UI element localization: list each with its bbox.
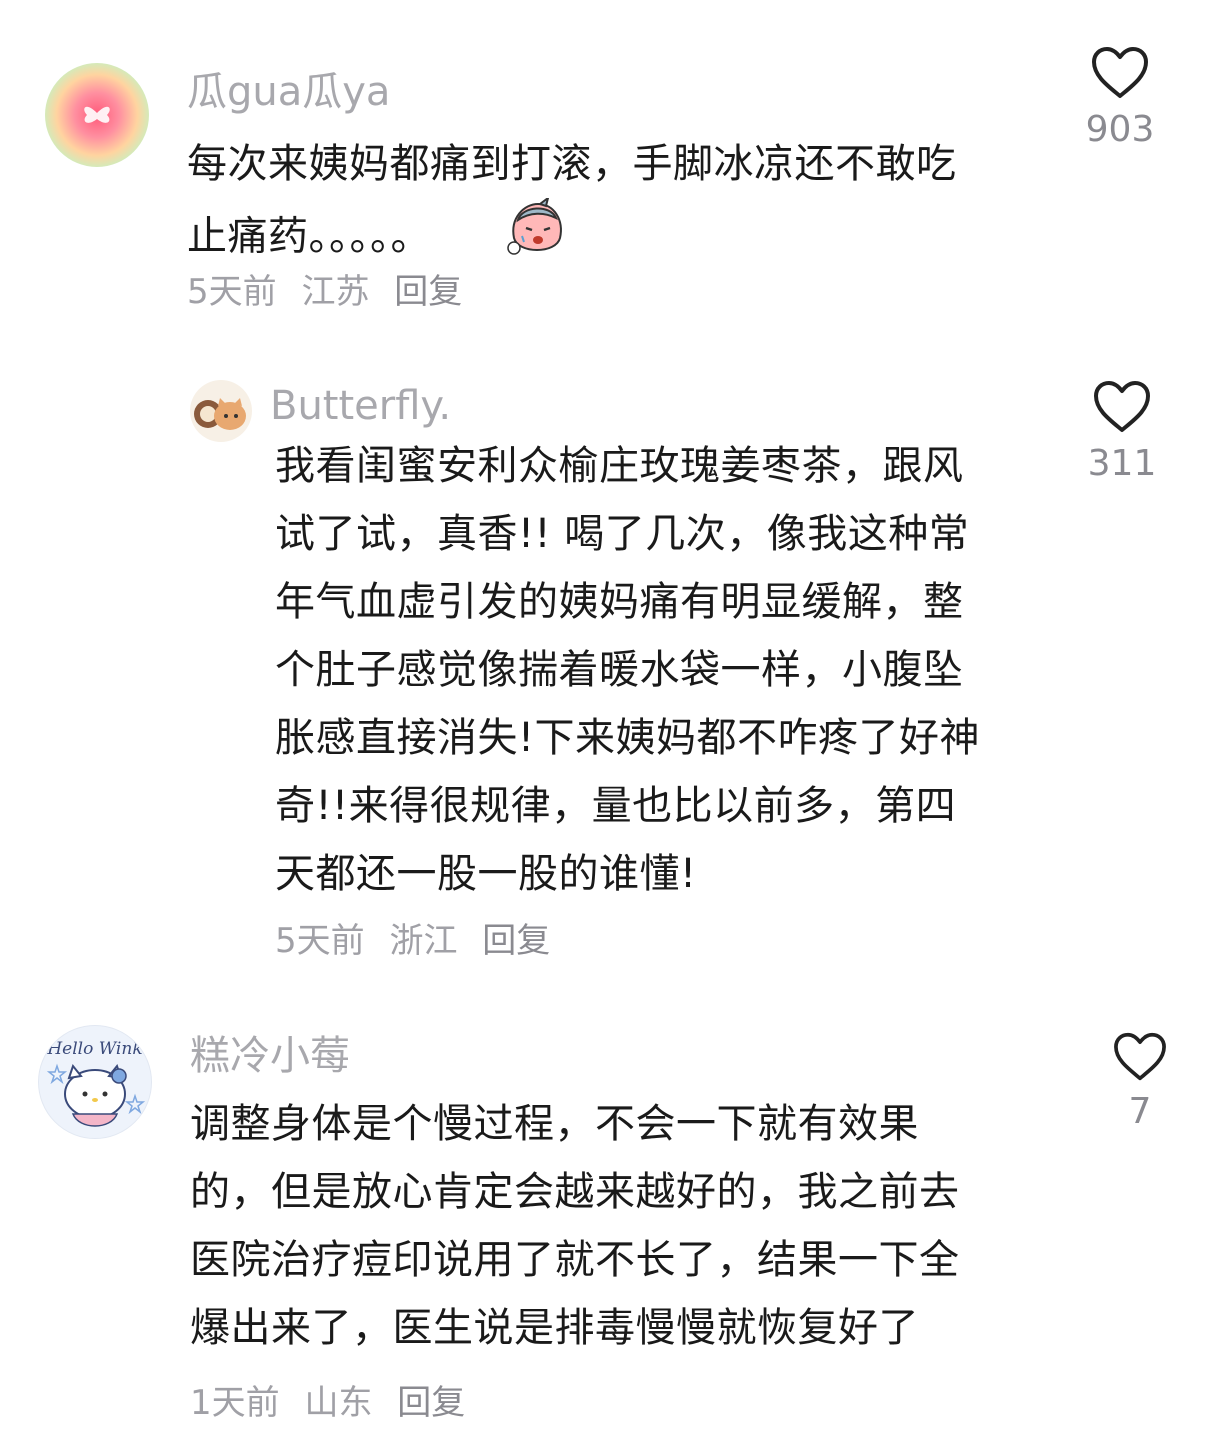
comment-text: 每次来姨妈都痛到打滚，手脚冰凉还不敢吃 止痛药。。。。。 [187,130,1067,279]
butterfly-icon [84,106,110,123]
comment-meta: 5天前 浙江 回复 [275,924,564,958]
like-count: 7 [1128,1091,1152,1132]
comment-text-line: 止痛药。。。。。 [187,195,1067,279]
heart-outline-icon[interactable] [1090,46,1150,100]
reply-button[interactable]: 回复 [397,1383,465,1423]
avatar[interactable]: Hello Wink [38,1025,152,1139]
comment-text: 调整身体是个慢过程，不会一下就有效果 的，但是放心肯定会越来越好的，我之前去 医… [190,1090,1070,1362]
comment-text-line: 胀感直接消失!下来姨妈都不咋疼了好神 [275,715,981,761]
comment-meta: 1天前 山东 回复 [190,1386,479,1420]
username[interactable]: 瓜gua瓜ya [187,72,390,112]
heart-outline-icon[interactable] [1112,1032,1168,1082]
comment-text-line-text: 止痛药。。。。。 [187,213,431,260]
like-button[interactable]: 311 [1072,380,1172,482]
crying-face-sticker-icon [504,195,568,279]
like-button[interactable]: 7 [1090,1032,1190,1130]
comment-text-line: 医院治疗痘印说用了就不长了，结果一下全 [190,1237,960,1283]
comment-item: 瓜gua瓜ya 每次来姨妈都痛到打滚，手脚冰凉还不敢吃 止痛药。。。。。 5天前… [0,0,1220,330]
comment-time: 5天前 [187,272,277,312]
like-count: 903 [1085,109,1155,150]
comment-text-line: 我看闺蜜安利众榆庄玫瑰姜枣茶，跟风 [275,443,964,489]
hello-kitty-avatar-icon: Hello Wink [46,1039,146,1127]
comment-text-line: 天都还一股一股的谁懂! [275,851,697,897]
comment-text-line: 的，但是放心肯定会越来越好的，我之前去 [190,1169,960,1215]
comment-text-line: 年气血虚引发的姨妈痛有明显缓解，整 [275,579,964,625]
like-button[interactable]: 903 [1070,46,1170,148]
avatar[interactable] [190,380,252,442]
comment-item: Hello Wink 糕冷小莓 调整身体是个慢过程，不会一下就有效果 的，但是放… [0,980,1220,1449]
comment-time: 1天前 [190,1383,280,1423]
reply-button[interactable]: 回复 [482,921,550,961]
username[interactable]: Butterfly. [270,386,451,426]
comment-location: 江苏 [301,272,370,312]
avatar-text: Hello Wink [46,1039,142,1059]
username[interactable]: 糕冷小莓 [190,1036,350,1076]
comment-meta: 5天前 江苏 回复 [187,275,476,309]
comment-location: 山东 [304,1383,373,1423]
comment-text-line: 调整身体是个慢过程，不会一下就有效果 [190,1101,919,1147]
cat-avatar-icon [194,398,246,430]
like-count: 311 [1087,443,1157,484]
comment-text: 我看闺蜜安利众榆庄玫瑰姜枣茶，跟风 试了试，真香!! 喝了几次，像我这种常 年气… [275,432,1055,908]
comment-time: 5天前 [275,921,365,961]
reply-button[interactable]: 回复 [394,272,462,312]
comment-text-line: 每次来姨妈都痛到打滚，手脚冰凉还不敢吃 [187,141,957,187]
comment-location: 浙江 [389,921,458,961]
comment-text-line: 爆出来了，医生说是排毒慢慢就恢复好了 [190,1305,919,1351]
comment-text-line: 奇!!来得很规律，量也比以前多，第四 [275,783,957,829]
avatar[interactable] [45,63,149,167]
comment-text-line: 个肚子感觉像揣着暖水袋一样，小腹坠 [275,647,964,693]
heart-outline-icon[interactable] [1092,380,1152,434]
comment-text-line: 试了试，真香!! 喝了几次，像我这种常 [275,511,970,557]
comment-item: Butterfly. 我看闺蜜安利众榆庄玫瑰姜枣茶，跟风 试了试，真香!! 喝了… [0,330,1220,980]
